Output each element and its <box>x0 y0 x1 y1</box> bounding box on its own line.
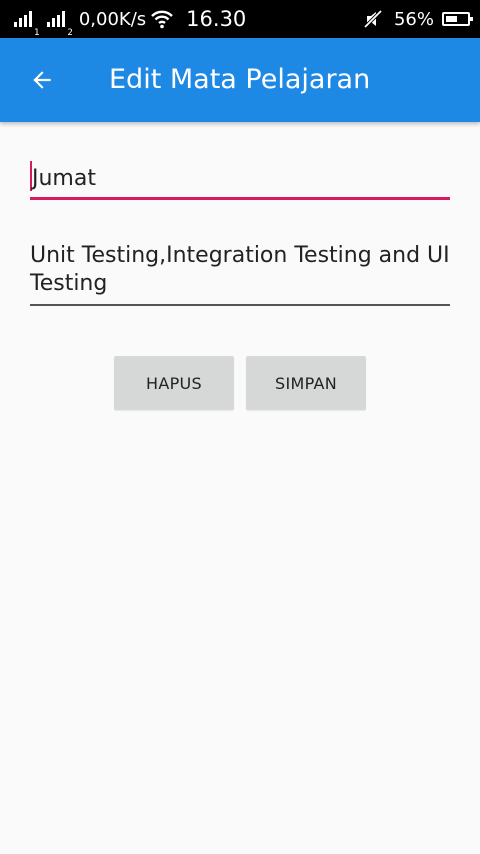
status-bar-right: 56% <box>362 0 473 38</box>
day-input[interactable]: Jumat <box>30 158 450 200</box>
signal-icon <box>14 11 32 27</box>
subject-input[interactable]: Unit Testing,Integration Testing and UI … <box>30 240 450 306</box>
subject-input-value: Unit Testing,Integration Testing and UI … <box>30 243 450 296</box>
battery-icon <box>442 12 473 26</box>
signal-icon <box>47 11 66 27</box>
arrow-back-icon <box>33 71 51 89</box>
day-input-value: Jumat <box>32 166 96 191</box>
net-speed: 0,00K/s <box>78 8 147 30</box>
sim2-label: 2 <box>67 28 73 38</box>
clock: 16.30 <box>186 7 247 31</box>
status-bar-left: 1 2 0,00K/s 16.30 <box>14 0 246 38</box>
wifi-icon <box>151 10 174 29</box>
mute-icon <box>363 9 383 29</box>
back-button[interactable] <box>22 60 62 100</box>
sim1-label: 1 <box>34 28 40 38</box>
battery-percent: 56% <box>393 8 434 30</box>
battery-fill <box>446 16 458 22</box>
delete-button[interactable]: HAPUS <box>114 356 234 410</box>
app-bar: Edit Mata Pelajaran <box>0 38 480 122</box>
save-button[interactable]: SIMPAN <box>246 356 366 410</box>
status-bar: 1 2 0,00K/s 16.30 56% <box>0 0 480 38</box>
page-title: Edit Mata Pelajaran <box>109 64 371 95</box>
